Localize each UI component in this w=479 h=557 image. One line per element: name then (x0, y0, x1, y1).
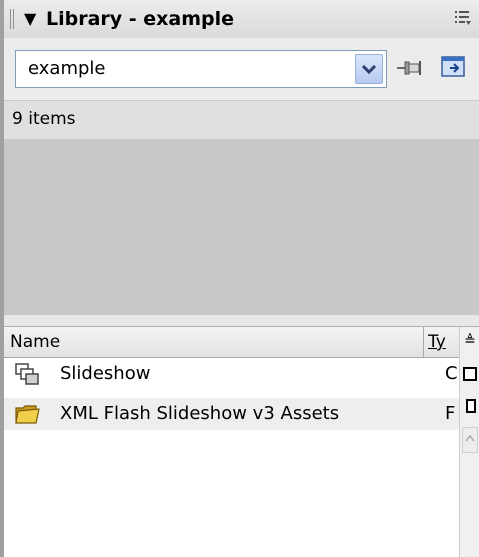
list-vertical-scrollbar[interactable]: ≜ (459, 327, 479, 557)
collapse-arrow-icon[interactable]: ▼ (24, 9, 36, 29)
list-item-type: F (445, 403, 456, 424)
panel-title: Library - example (46, 8, 235, 30)
item-count-bar: 9 items (4, 100, 479, 140)
list-item-name: XML Flash Slideshow v3 Assets (60, 403, 340, 424)
column-header-name[interactable]: Name (4, 327, 424, 357)
library-selector-row: example (4, 38, 479, 100)
list-item-name: Slideshow (60, 363, 151, 384)
library-select[interactable]: example (15, 50, 387, 88)
movieclip-icon (15, 363, 39, 385)
drag-grip-icon[interactable] (10, 9, 16, 29)
scroll-up-arrow-icon[interactable] (462, 427, 478, 453)
column-header-type[interactable]: Ty (424, 327, 459, 357)
list-header: Name Ty (4, 327, 459, 358)
narrow-state-icon[interactable] (466, 399, 476, 413)
sort-order-icon[interactable]: ≜ (462, 331, 478, 351)
wide-state-icon[interactable] (463, 367, 477, 381)
library-select-value: example (28, 58, 106, 79)
list-item[interactable]: XML Flash Slideshow v3 Assets F (4, 398, 459, 430)
folder-icon (15, 405, 40, 424)
library-panel: ▼ Library - example example 9 items Name… (0, 0, 479, 557)
panel-titlebar[interactable]: ▼ Library - example (4, 0, 479, 39)
panel-options-menu-icon[interactable] (454, 9, 472, 27)
chevron-down-icon[interactable] (355, 54, 383, 84)
library-item-list: Name Ty Slideshow C XML Flash Slideshow … (4, 327, 479, 557)
new-library-panel-icon[interactable] (440, 54, 468, 80)
preview-pane (4, 139, 479, 316)
pin-library-icon[interactable] (396, 56, 422, 80)
pane-splitter[interactable] (4, 315, 479, 327)
list-item[interactable]: Slideshow C (4, 358, 459, 390)
list-item-type: C (445, 363, 458, 384)
item-count: 9 items (12, 109, 76, 129)
